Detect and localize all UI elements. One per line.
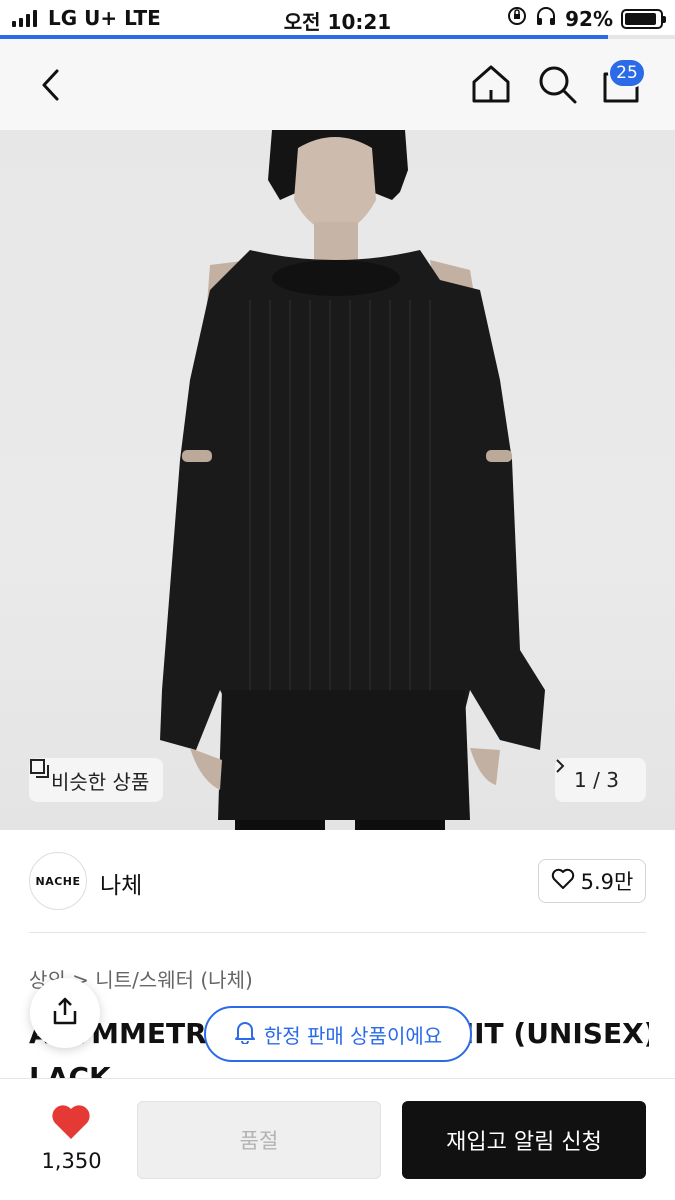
battery-icon [621,8,666,29]
share-icon [49,995,81,1031]
search-icon[interactable] [534,61,580,107]
status-bar: LG U+ LTE 오전 10:21 92% [0,0,675,36]
share-button[interactable] [30,978,100,1048]
image-pager[interactable]: 1 / 3 [555,758,646,802]
pager-label: 1 / 3 [574,768,619,792]
soldout-button: 품절 [137,1101,381,1179]
chevron-left-icon[interactable] [30,63,74,107]
brand-like-count: 5.9만 [580,870,634,894]
divider [29,932,646,933]
brand-logo[interactable]: NACHE [29,852,87,910]
wish-count: 1,350 [41,1149,102,1173]
limited-sale-label: 한정 판매 상품이에요 [263,1023,443,1048]
similar-products-label: 비슷한 상품 [51,769,150,794]
brand-name[interactable]: 나체 [100,866,142,900]
headphones-icon [535,6,557,31]
cart-count-badge: 25 [608,58,646,88]
brand-row[interactable]: NACHE 나체 5.9만 [0,830,675,932]
heart-icon[interactable] [50,1103,92,1141]
top-nav: 25 [0,39,675,130]
rotation-lock-icon [507,6,527,31]
home-icon[interactable] [468,61,514,107]
restock-alert-button[interactable]: 재입고 알림 신청 [402,1101,646,1179]
similar-products-button[interactable]: 비슷한 상품 [29,758,164,802]
limited-sale-badge: 한정 판매 상품이에요 [204,1006,472,1062]
heart-outline-icon [551,868,575,895]
purchase-bar: 1,350 품절 재입고 알림 신청 [0,1078,675,1200]
bell-icon [234,1020,256,1049]
battery-percent: 92% [565,6,613,31]
brand-like-button[interactable]: 5.9만 [538,859,646,903]
model-photo [160,130,545,830]
product-image[interactable]: 비슷한 상품 1 / 3 [0,130,675,830]
